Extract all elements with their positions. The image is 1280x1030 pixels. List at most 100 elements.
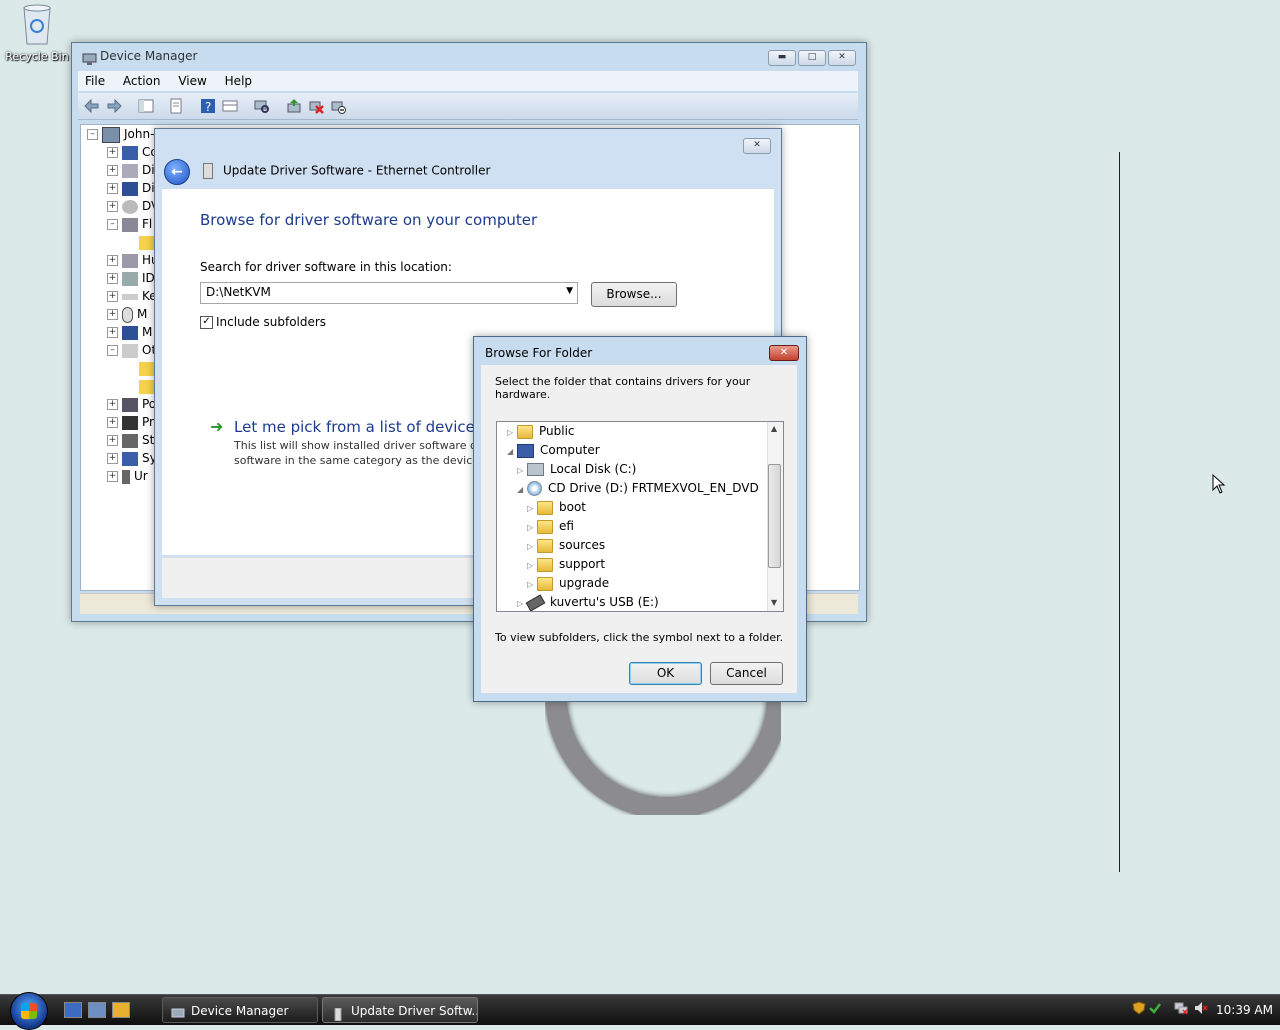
tree-root[interactable]: – John- [87, 125, 154, 143]
collapse-icon[interactable]: – [87, 129, 98, 140]
scrollbar-thumb[interactable] [768, 464, 781, 568]
cd-drive-icon [527, 481, 542, 496]
windows-logo-icon [21, 1003, 37, 1019]
recycle-bin-icon [20, 2, 54, 46]
tree-item[interactable]: + M [107, 305, 147, 323]
security-shield-icon[interactable] [1132, 1001, 1146, 1015]
update-driver-icon[interactable] [286, 98, 302, 114]
taskbar-item-update-driver[interactable]: Update Driver Softw... [322, 997, 478, 1023]
menu-bar: File Action View Help [78, 71, 858, 91]
menu-file[interactable]: File [78, 71, 112, 91]
tree-item[interactable]: + Co [107, 143, 158, 161]
scroll-down-arrow-icon[interactable]: ▼ [771, 598, 777, 607]
tree-item[interactable]: + Ur [107, 467, 148, 485]
ok-button[interactable]: OK [629, 662, 702, 685]
tree-item[interactable]: + Sy [107, 449, 157, 467]
include-subfolders-checkbox[interactable]: ✓ Include subfolders [200, 315, 326, 329]
hid-icon [122, 253, 138, 268]
tree-item[interactable]: + Ke [107, 287, 157, 305]
properties-icon[interactable] [168, 98, 184, 114]
expand-arrow-icon[interactable]: ▷ [527, 537, 537, 556]
tree-item[interactable]: + Po [107, 395, 156, 413]
recycle-bin-label: Recycle Bin [5, 50, 69, 63]
tree-item-support[interactable]: ▷ support [527, 555, 605, 574]
checkbox-checked-icon[interactable]: ✓ [200, 316, 213, 329]
help-icon[interactable]: ? [200, 98, 216, 114]
show-desktop-icon[interactable] [64, 1002, 82, 1018]
minimize-button[interactable]: ▬ [768, 50, 796, 66]
folder-icon [537, 500, 553, 515]
view-icon[interactable] [222, 98, 238, 114]
tree-item-usb[interactable]: ▷ kuvertu's USB (E:) [517, 593, 659, 611]
update-check-icon[interactable] [1148, 1001, 1162, 1015]
location-combobox[interactable]: D:\NetKVM ▼ [200, 282, 578, 304]
tree-item[interactable]: + Di [107, 179, 155, 197]
chevron-down-icon[interactable]: ▼ [566, 286, 573, 296]
expand-arrow-icon[interactable]: ▷ [507, 423, 517, 442]
back-arrow-icon[interactable]: ← [164, 159, 190, 185]
menu-view[interactable]: View [171, 71, 213, 91]
menu-help[interactable]: Help [218, 71, 259, 91]
tree-item[interactable]: + M [107, 323, 152, 341]
device-manager-titlebar[interactable]: Device Manager ▬ □ ✕ [72, 43, 866, 69]
collapse-arrow-icon[interactable]: ◢ [507, 442, 517, 461]
folder-icon [537, 576, 553, 591]
tree-item-upgrade[interactable]: ▷ upgrade [527, 574, 609, 593]
tree-item[interactable]: + Hu [107, 251, 159, 269]
switch-windows-icon[interactable] [88, 1002, 106, 1018]
expand-arrow-icon[interactable]: ▷ [527, 518, 537, 537]
device-manager-icon [171, 1004, 185, 1018]
warning-device-icon [139, 235, 155, 250]
expand-arrow-icon[interactable]: ▷ [527, 575, 537, 594]
folder-tree[interactable]: ▷ Public ◢ Computer ▷ Local Disk (C:) ◢ CD D… [496, 421, 784, 612]
computer-icon [517, 443, 534, 458]
back-arrow-icon[interactable] [84, 98, 100, 114]
expand-arrow-icon[interactable]: ▷ [527, 556, 537, 575]
tree-item[interactable]: – Ot [107, 341, 156, 359]
recycle-bin-desktop-icon[interactable]: Recycle Bin [4, 2, 70, 63]
keyboard-icon [122, 293, 138, 300]
network-icon[interactable] [1174, 1001, 1188, 1015]
device-manager-title: Device Manager [100, 49, 198, 63]
clock[interactable]: 10:39 AM [1216, 1003, 1273, 1017]
scroll-up-arrow-icon[interactable]: ▲ [771, 424, 777, 433]
folder-icon [537, 538, 553, 553]
tree-item-local-disk[interactable]: ▷ Local Disk (C:) [517, 460, 636, 479]
tree-item[interactable]: + DV [107, 197, 159, 215]
disable-device-icon[interactable] [330, 98, 346, 114]
maximize-button[interactable]: □ [798, 50, 826, 66]
tree-item[interactable]: + St [107, 431, 154, 449]
close-button[interactable]: ✕ [769, 345, 799, 361]
pick-from-list-link[interactable]: Let me pick from a list of device dri [234, 418, 500, 436]
media-player-icon[interactable] [112, 1002, 130, 1018]
show-hide-console-tree-icon[interactable] [138, 98, 154, 114]
tree-item[interactable]: + Pr [107, 413, 154, 431]
tree-item-efi[interactable]: ▷ efi [527, 517, 574, 536]
tree-item-boot[interactable]: ▷ boot [527, 498, 586, 517]
tree-item[interactable]: + Di [107, 161, 155, 179]
hard-drive-icon [527, 463, 544, 476]
tree-item-sources[interactable]: ▷ sources [527, 536, 605, 555]
start-button[interactable] [10, 992, 48, 1030]
expand-arrow-icon[interactable]: ▷ [527, 499, 537, 518]
dialog-title: Browse For Folder [485, 346, 593, 360]
usb-controller-icon [122, 469, 130, 484]
tree-item-cd-drive[interactable]: ◢ CD Drive (D:) FRTMEXVOL_EN_DVD [517, 479, 759, 498]
taskbar-item-device-manager[interactable]: Device Manager [162, 997, 318, 1023]
uninstall-icon[interactable] [308, 98, 324, 114]
tree-item-computer[interactable]: ◢ Computer [507, 441, 600, 460]
browse-button[interactable]: Browse... [591, 282, 677, 307]
menu-action[interactable]: Action [116, 71, 168, 91]
close-button[interactable]: ✕ [743, 138, 771, 154]
volume-muted-icon[interactable] [1194, 1001, 1208, 1015]
close-button[interactable]: ✕ [828, 50, 856, 66]
tree-item[interactable]: – Fl [107, 215, 152, 233]
tree-item[interactable]: + ID [107, 269, 155, 287]
expand-arrow-icon[interactable]: ▷ [517, 461, 527, 480]
forward-arrow-icon[interactable] [106, 98, 122, 114]
tree-item-public[interactable]: ▷ Public [507, 422, 575, 441]
desktop-divider-line [1119, 152, 1120, 872]
scan-hardware-icon[interactable] [254, 98, 270, 114]
cancel-button[interactable]: Cancel [710, 662, 783, 685]
collapse-arrow-icon[interactable]: ◢ [517, 480, 527, 499]
